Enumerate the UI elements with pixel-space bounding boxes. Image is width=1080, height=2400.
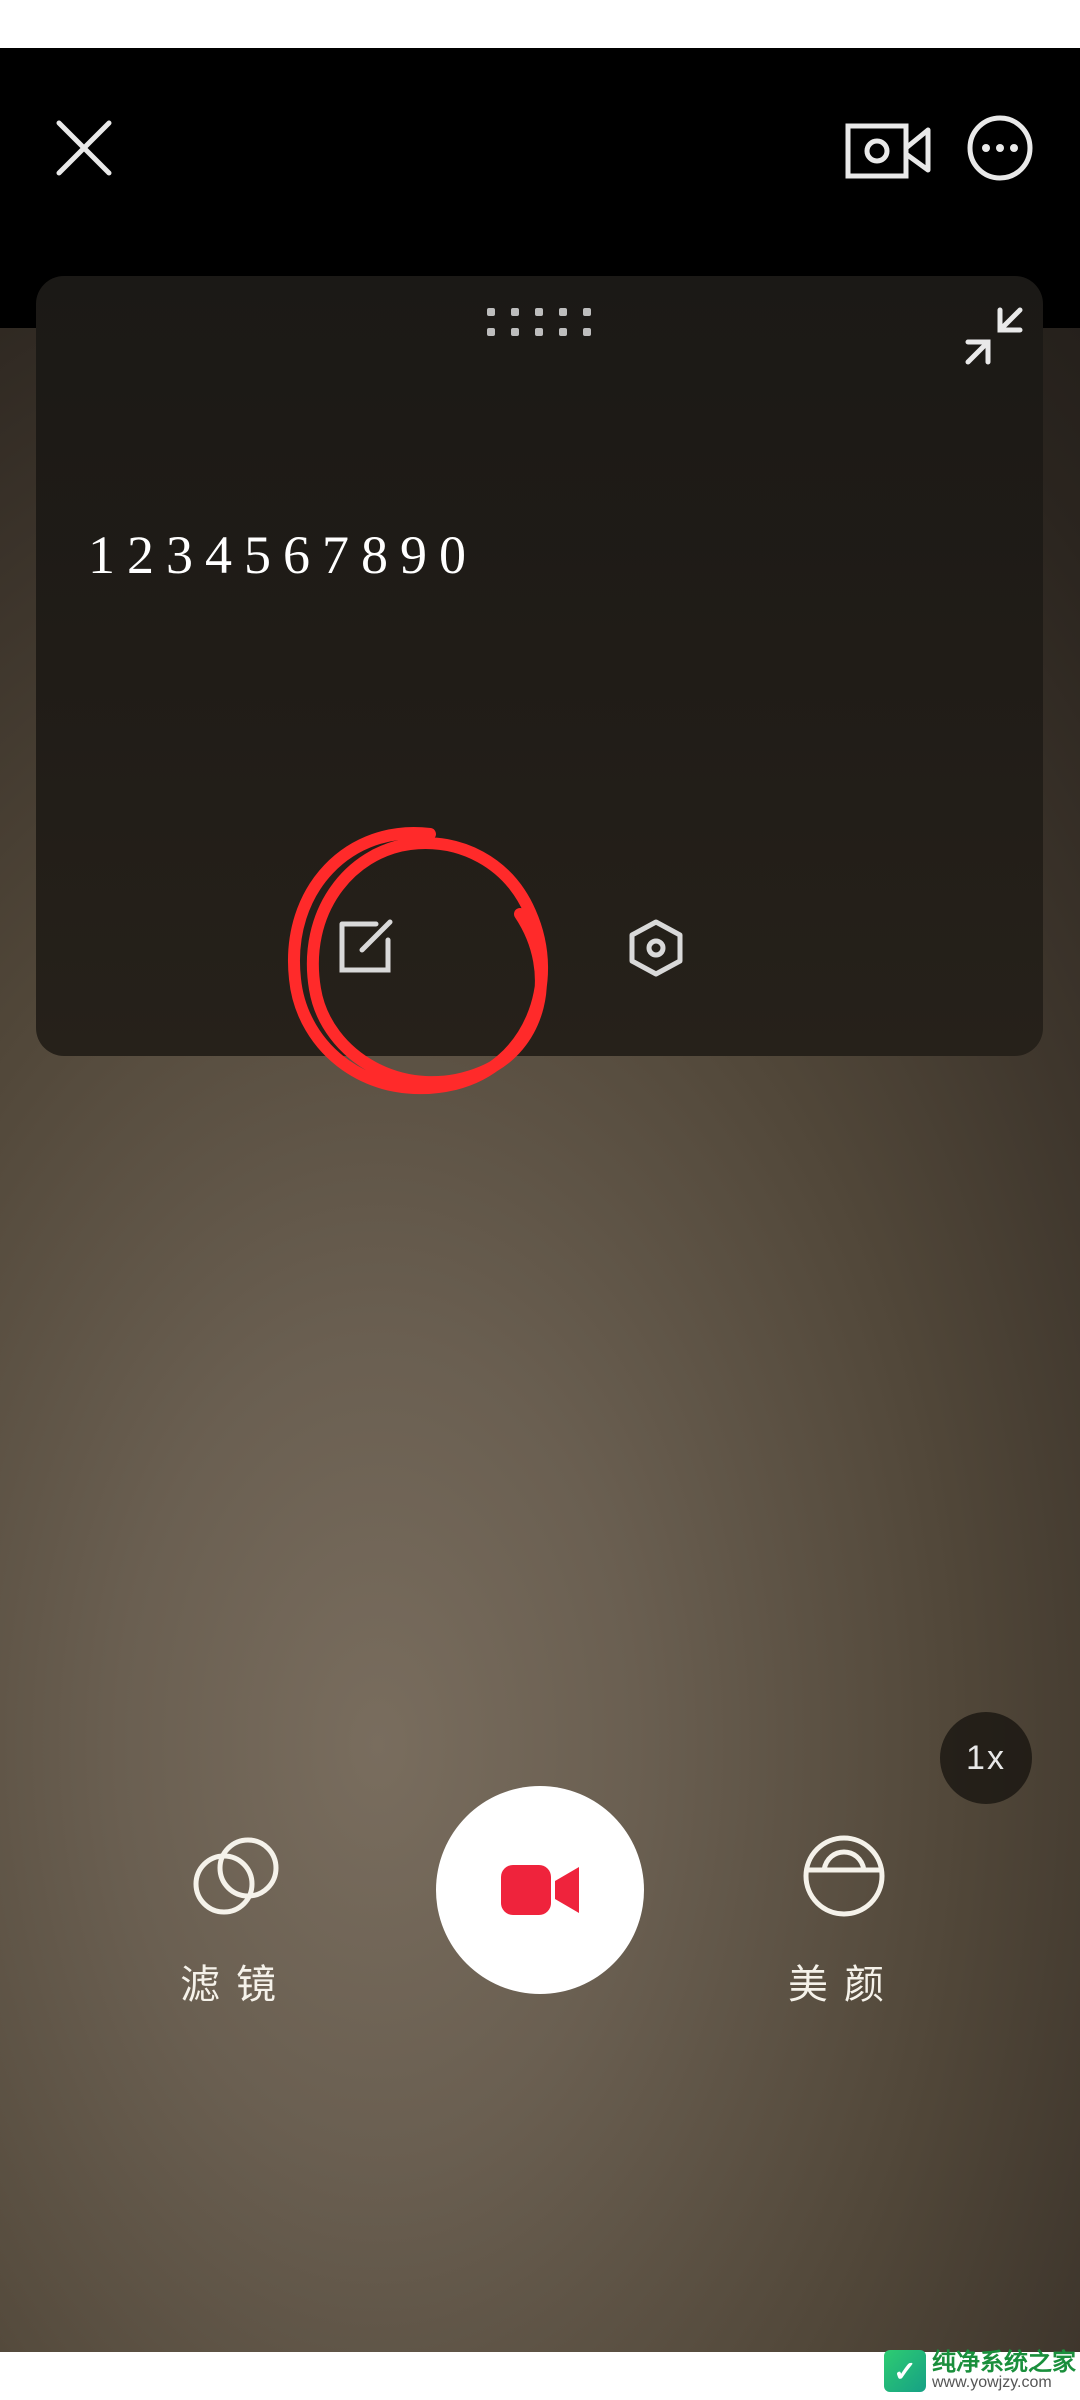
zoom-chip[interactable]: 1x <box>940 1712 1032 1804</box>
watermark-url: www.yowjzy.com <box>932 2375 1076 2391</box>
camera-screen: 1234567890 1x 滤镜 <box>0 48 1080 2352</box>
watermark: ✓ 纯净系统之家 www.yowjzy.com <box>884 2350 1076 2392</box>
collapse-icon <box>964 306 1024 366</box>
watermark-title: 纯净系统之家 <box>932 2351 1076 2375</box>
beauty-button[interactable]: 美颜 <box>744 1828 944 2010</box>
beauty-face-icon <box>796 1828 892 1924</box>
more-horizontal-icon <box>964 112 1036 184</box>
edit-text-button[interactable] <box>336 918 394 976</box>
edit-icon <box>336 918 394 976</box>
settings-hex-icon <box>626 918 686 978</box>
filter-label: 滤镜 <box>180 1952 292 2010</box>
zoom-label: 1x <box>966 1739 1006 1778</box>
teleprompter-settings-button[interactable] <box>626 918 686 978</box>
video-record-icon <box>497 1857 583 1923</box>
close-icon <box>51 115 117 181</box>
beauty-label: 美颜 <box>788 1952 900 2010</box>
filter-button[interactable]: 滤镜 <box>136 1828 336 2010</box>
drag-handle-icon[interactable] <box>487 308 593 338</box>
collapse-button[interactable] <box>964 306 1024 366</box>
teleprompter-text: 1234567890 <box>88 524 478 586</box>
teleprompter-icon <box>842 120 934 190</box>
record-button[interactable] <box>436 1786 644 1994</box>
close-button[interactable] <box>44 108 124 188</box>
watermark-badge-icon: ✓ <box>884 2350 926 2392</box>
teleprompter-card[interactable]: 1234567890 <box>36 276 1043 1056</box>
teleprompter-toggle-button[interactable] <box>842 120 934 190</box>
filter-icon <box>188 1828 284 1924</box>
more-button[interactable] <box>960 108 1040 188</box>
